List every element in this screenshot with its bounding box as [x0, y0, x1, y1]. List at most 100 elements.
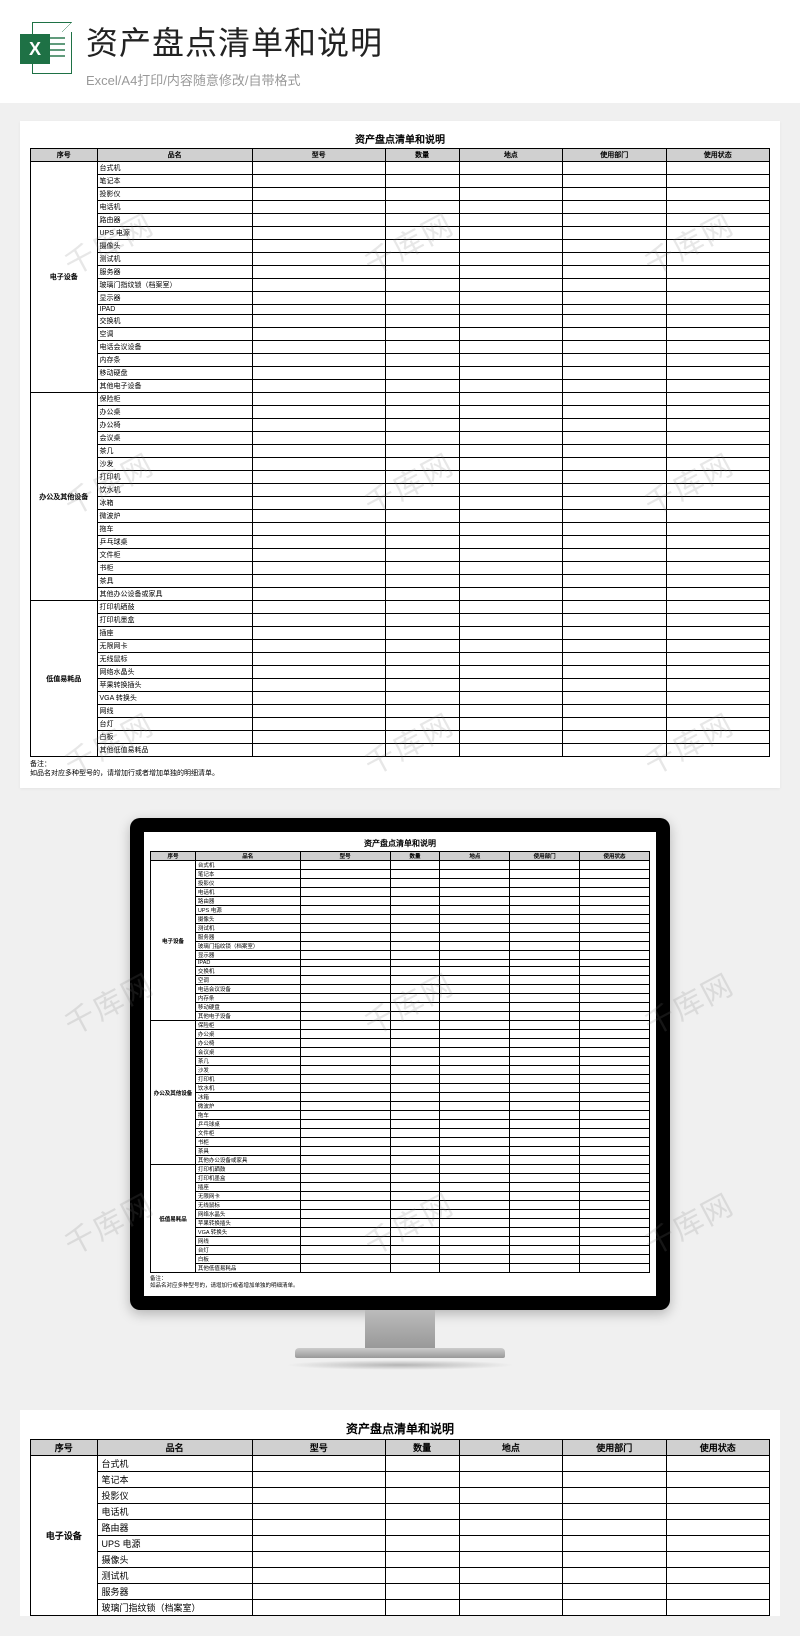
category-cell: 低值易耗品: [151, 1165, 196, 1273]
empty-cell: [580, 1111, 650, 1120]
empty-cell: [252, 692, 385, 705]
empty-cell: [459, 588, 562, 601]
empty-cell: [252, 588, 385, 601]
remark-text: 如品名对应多种型号的，请增加行或者增加单独的明细清单。: [30, 770, 219, 777]
table-row: 微波炉: [151, 1102, 650, 1111]
category-cell: 办公及其他设备: [31, 393, 98, 601]
empty-cell: [385, 175, 459, 188]
table-row: 文件柜: [31, 549, 770, 562]
asset-table-monitor: 序号品名型号数量地点使用部门使用状态电子设备台式机笔记本投影仪电话机路由器UPS…: [150, 851, 650, 1273]
empty-cell: [440, 1237, 510, 1246]
table-row: 微波炉: [31, 510, 770, 523]
monitor-stand-base: [295, 1348, 505, 1358]
empty-cell: [385, 328, 459, 341]
item-name-cell: 服务器: [195, 933, 300, 942]
empty-cell: [580, 861, 650, 870]
table-row: 无线鼠标: [31, 653, 770, 666]
item-name-cell: 摄像头: [97, 1552, 252, 1568]
empty-cell: [440, 1228, 510, 1237]
empty-cell: [666, 1552, 770, 1568]
empty-cell: [300, 1183, 390, 1192]
empty-cell: [440, 1129, 510, 1138]
empty-cell: [459, 614, 562, 627]
table-row: 拖车: [31, 523, 770, 536]
empty-cell: [385, 705, 459, 718]
empty-cell: [300, 870, 390, 879]
empty-cell: [440, 1111, 510, 1120]
empty-cell: [563, 240, 666, 253]
empty-cell: [390, 1228, 440, 1237]
table-row: 投影仪: [151, 879, 650, 888]
empty-cell: [510, 861, 580, 870]
empty-cell: [385, 188, 459, 201]
table-row: 无限网卡: [151, 1192, 650, 1201]
table-row: 显示器: [151, 951, 650, 960]
empty-cell: [385, 253, 459, 266]
empty-cell: [563, 406, 666, 419]
empty-cell: [459, 640, 562, 653]
table-row: 路由器: [31, 214, 770, 227]
empty-cell: [459, 627, 562, 640]
table-row: 摄像头: [151, 915, 650, 924]
table-row: 无线鼠标: [151, 1201, 650, 1210]
empty-cell: [666, 367, 770, 380]
table-row: 其他低值易耗品: [31, 744, 770, 757]
column-header: 地点: [440, 852, 510, 861]
empty-cell: [385, 445, 459, 458]
item-name-cell: 沙发: [97, 458, 252, 471]
item-name-cell: 摄像头: [97, 240, 252, 253]
empty-cell: [563, 253, 666, 266]
column-header: 地点: [459, 149, 562, 162]
empty-cell: [300, 951, 390, 960]
table-row: 低值易耗品打印机硒鼓: [31, 601, 770, 614]
item-name-cell: 文件柜: [97, 549, 252, 562]
table-row: 打印机: [151, 1075, 650, 1084]
empty-cell: [666, 510, 770, 523]
item-name-cell: 茶几: [97, 445, 252, 458]
empty-cell: [510, 888, 580, 897]
empty-cell: [459, 718, 562, 731]
item-name-cell: 其他办公设备或家具: [195, 1156, 300, 1165]
item-name-cell: 台灯: [97, 718, 252, 731]
empty-cell: [440, 924, 510, 933]
column-header: 品名: [97, 1440, 252, 1456]
empty-cell: [459, 266, 562, 279]
category-cell: 办公及其他设备: [151, 1021, 196, 1165]
column-header: 数量: [385, 149, 459, 162]
empty-cell: [300, 879, 390, 888]
empty-cell: [563, 367, 666, 380]
empty-cell: [459, 1520, 562, 1536]
empty-cell: [510, 960, 580, 967]
empty-cell: [390, 960, 440, 967]
item-name-cell: 投影仪: [97, 188, 252, 201]
empty-cell: [580, 1183, 650, 1192]
table-row: 其他办公设备或家具: [151, 1156, 650, 1165]
empty-cell: [385, 393, 459, 406]
empty-cell: [563, 744, 666, 757]
empty-cell: [390, 1219, 440, 1228]
empty-cell: [385, 341, 459, 354]
table-row: 网络水晶头: [151, 1210, 650, 1219]
empty-cell: [563, 292, 666, 305]
empty-cell: [563, 523, 666, 536]
empty-cell: [252, 718, 385, 731]
empty-cell: [390, 1003, 440, 1012]
empty-cell: [390, 1192, 440, 1201]
empty-cell: [390, 1246, 440, 1255]
empty-cell: [390, 1255, 440, 1264]
empty-cell: [385, 523, 459, 536]
empty-cell: [563, 627, 666, 640]
empty-cell: [666, 549, 770, 562]
item-name-cell: 电话机: [97, 201, 252, 214]
empty-cell: [252, 497, 385, 510]
table-row: 其他低值易耗品: [151, 1264, 650, 1273]
column-header: 型号: [300, 852, 390, 861]
sheet-title: 资产盘点清单和说明: [30, 131, 770, 146]
table-row: 摄像头: [31, 240, 770, 253]
empty-cell: [440, 1057, 510, 1066]
empty-cell: [252, 1568, 385, 1584]
empty-cell: [459, 575, 562, 588]
empty-cell: [510, 1111, 580, 1120]
empty-cell: [385, 1584, 459, 1600]
category-cell: 电子设备: [31, 162, 98, 393]
